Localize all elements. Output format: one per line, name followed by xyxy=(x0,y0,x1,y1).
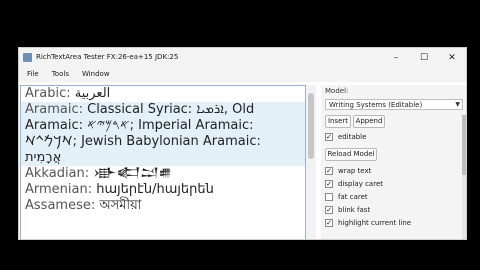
language-text: հայերէն/հայերեն xyxy=(92,182,214,197)
language-text: Aramaic: 𐤀𐤓𐤌𐤉𐤀; Imperial Aramaic: xyxy=(25,118,254,133)
highlight-current-line-checkbox[interactable]: ✓ highlight current line xyxy=(325,218,411,228)
language-text: Classical Syriac: ܐܪܡܝܐ, Old xyxy=(82,102,255,117)
blink-fast-checkbox[interactable]: ✓ blink fast xyxy=(325,205,370,215)
checkbox-unchecked-icon xyxy=(325,193,333,201)
editable-checkbox[interactable]: ✓ editable xyxy=(325,132,366,142)
text-line-aramaic: Aramaic: Classical Syriac: ܐܪܡܝܐ, Old xyxy=(21,102,305,118)
wrap-text-checkbox[interactable]: ✓ wrap text xyxy=(325,166,371,176)
language-text: אֲרָמִית xyxy=(25,150,62,165)
chevron-down-icon: ▼ xyxy=(455,101,460,108)
minimize-icon[interactable]: – xyxy=(382,48,410,68)
language-label: Aramaic: xyxy=(25,102,83,117)
maximize-icon[interactable]: ☐ xyxy=(410,48,438,68)
language-label: Armenian: xyxy=(25,182,93,197)
language-text: অসমীয়া xyxy=(95,198,142,213)
menu-bar: File Tools Window xyxy=(19,68,466,82)
checkbox-checked-icon: ✓ xyxy=(325,133,333,141)
text-line-armenian: Armenian: հայերէն/հայերեն xyxy=(21,182,305,198)
append-button[interactable]: Append xyxy=(353,115,385,128)
checkbox-label: fat caret xyxy=(338,193,368,201)
reload-model-button[interactable]: Reload Model xyxy=(325,148,377,161)
checkbox-checked-icon: ✓ xyxy=(325,206,333,214)
text-line-arabic: Arabic: العربية xyxy=(21,86,305,102)
text-line-aramaic-cont: אֲרָמִית xyxy=(21,150,305,166)
scrollbar-thumb[interactable] xyxy=(462,115,466,175)
language-label: Arabic: xyxy=(25,86,71,101)
language-text: 𒀝𒅗𒁺𒌑 xyxy=(89,166,173,181)
menu-tools[interactable]: Tools xyxy=(44,68,74,82)
window-controls: – ☐ ✕ xyxy=(382,48,466,68)
text-line-aramaic-cont: Aramaic: 𐤀𐤓𐤌𐤉𐤀; Imperial Aramaic: xyxy=(21,118,305,134)
checkbox-label: highlight current line xyxy=(338,219,412,227)
model-select-value: Writing Systems (Editable) xyxy=(329,101,423,109)
checkbox-checked-icon: ✓ xyxy=(325,219,333,227)
checkbox-label: editable xyxy=(338,133,367,141)
app-window: RichTextArea Tester FX:26-ea+15 JDK:25 –… xyxy=(18,47,467,240)
panel-scrollbar[interactable] xyxy=(462,115,466,239)
language-label: Akkadian: xyxy=(25,166,90,181)
language-text: 𐡀𐡓𐡌𐡉𐡀; Jewish Babylonian Aramaic: xyxy=(25,134,261,149)
text-line-aramaic-cont: 𐡀𐡓𐡌𐡉𐡀; Jewish Babylonian Aramaic: xyxy=(21,134,305,150)
menu-window[interactable]: Window xyxy=(74,68,115,82)
checkbox-checked-icon: ✓ xyxy=(325,180,333,188)
options-panel: Model: Writing Systems (Editable) ▼ Inse… xyxy=(321,85,466,239)
model-select[interactable]: Writing Systems (Editable) ▼ xyxy=(325,99,463,110)
model-label: Model: xyxy=(325,87,349,95)
editor-scrollbar[interactable] xyxy=(306,85,316,239)
checkbox-label: blink fast xyxy=(338,206,371,214)
text-line-akkadian: Akkadian: 𒀝𒅗𒁺𒌑 xyxy=(21,166,305,182)
title-bar[interactable]: RichTextArea Tester FX:26-ea+15 JDK:25 –… xyxy=(19,48,466,68)
language-text: العربية xyxy=(70,86,111,101)
close-icon[interactable]: ✕ xyxy=(438,48,466,68)
app-icon xyxy=(23,53,32,62)
fat-caret-checkbox[interactable]: fat caret xyxy=(325,192,368,202)
checkbox-label: wrap text xyxy=(338,167,372,175)
checkbox-label: display caret xyxy=(338,180,383,188)
rich-text-area[interactable]: Arabic: العربية Aramaic: Classical Syria… xyxy=(20,85,306,239)
text-line-assamese: Assamese: অসমীয়া xyxy=(21,198,305,214)
language-label: Assamese: xyxy=(25,198,96,213)
window-title: RichTextArea Tester FX:26-ea+15 JDK:25 xyxy=(36,53,179,61)
menu-file[interactable]: File xyxy=(19,68,44,82)
insert-button[interactable]: Insert xyxy=(325,115,351,128)
display-caret-checkbox[interactable]: ✓ display caret xyxy=(325,179,383,189)
scrollbar-thumb[interactable] xyxy=(308,93,314,159)
checkbox-checked-icon: ✓ xyxy=(325,167,333,175)
